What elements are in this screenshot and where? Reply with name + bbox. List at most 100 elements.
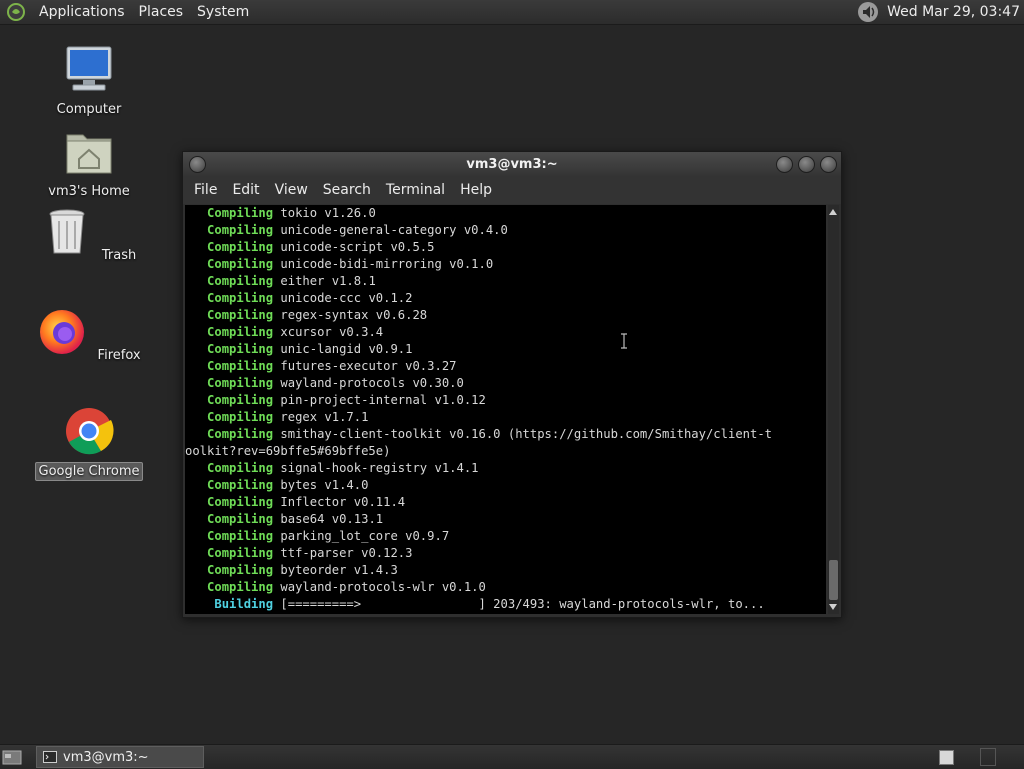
- desktop-icon-chrome[interactable]: Google Chrome: [34, 406, 144, 481]
- terminal-window[interactable]: vm3@vm3:~ File Edit View Search Terminal…: [182, 151, 842, 618]
- menu-places[interactable]: Places: [132, 4, 191, 20]
- terminal-line-text: futures-executor v0.3.27: [273, 359, 457, 373]
- window-title: vm3@vm3:~: [466, 156, 558, 172]
- terminal-line-text: byteorder v1.4.3: [273, 563, 398, 577]
- show-desktop-icon[interactable]: [2, 748, 22, 766]
- menu-applications[interactable]: Applications: [32, 4, 132, 20]
- terminal-line: Compiling parking_lot_core v0.9.7: [185, 528, 826, 545]
- terminal-status-keyword: Compiling: [207, 325, 274, 339]
- terminal-line-text: regex v1.7.1: [273, 410, 369, 424]
- terminal-line: Compiling unicode-script v0.5.5: [185, 239, 826, 256]
- terminal-status-keyword: Compiling: [207, 359, 274, 373]
- firefox-icon: [40, 310, 85, 354]
- terminal-line-text: signal-hook-registry v1.4.1: [273, 461, 479, 475]
- text-cursor-icon: [621, 333, 627, 349]
- terminal-line: Compiling pin-project-internal v1.0.12: [185, 392, 826, 409]
- desktop-icon-trash[interactable]: Trash: [34, 207, 144, 264]
- terminal-line-text: bytes v1.4.0: [273, 478, 369, 492]
- terminal-scrollbar[interactable]: [828, 205, 839, 614]
- terminal-status-keyword: Compiling: [207, 240, 274, 254]
- terminal-line: Compiling signal-hook-registry v1.4.1: [185, 460, 826, 477]
- terminal-line: Compiling wayland-protocols v0.30.0: [185, 375, 826, 392]
- terminal-status-keyword: Compiling: [207, 410, 274, 424]
- desktop-icon-firefox[interactable]: Firefox: [34, 307, 144, 364]
- trash-icon: [49, 209, 85, 254]
- terminal-status-keyword: Building: [214, 597, 274, 611]
- terminal-line: Compiling base64 v0.13.1: [185, 511, 826, 528]
- distro-logo-icon[interactable]: [6, 2, 26, 22]
- terminal-line: Compiling xcursor v0.3.4: [185, 324, 826, 341]
- terminal-line-text: regex-syntax v0.6.28: [273, 308, 428, 322]
- terminal-status-keyword: Compiling: [207, 478, 274, 492]
- terminal-line: Compiling either v1.8.1: [185, 273, 826, 290]
- terminal-line: Compiling Inflector v0.11.4: [185, 494, 826, 511]
- bottom-panel: vm3@vm3:~: [0, 744, 1024, 769]
- terminal-line-text: tokio v1.26.0: [273, 206, 376, 220]
- menu-system[interactable]: System: [190, 4, 256, 20]
- terminal-output[interactable]: Compiling tokio v1.26.0 Compiling unicod…: [185, 205, 826, 614]
- scroll-up-arrow-icon[interactable]: [829, 209, 837, 215]
- terminal-status-keyword: Compiling: [207, 563, 274, 577]
- terminal-line: Compiling wayland-protocols-wlr v0.1.0: [185, 579, 826, 596]
- menu-view[interactable]: View: [268, 182, 316, 198]
- menu-search[interactable]: Search: [316, 182, 379, 198]
- desktop-icon-computer[interactable]: Computer: [34, 45, 144, 118]
- terminal-status-keyword: Compiling: [207, 206, 274, 220]
- taskbar-terminal-button[interactable]: vm3@vm3:~: [36, 746, 204, 768]
- terminal-line-text: unic-langid v0.9.1: [273, 342, 413, 356]
- desktop-icon-label: Computer: [56, 102, 122, 117]
- terminal-line: Compiling byteorder v1.4.3: [185, 562, 826, 579]
- terminal-line-text: unicode-ccc v0.1.2: [273, 291, 413, 305]
- terminal-line: Compiling bytes v1.4.0: [185, 477, 826, 494]
- terminal-line-text: wayland-protocols-wlr v0.1.0: [273, 580, 486, 594]
- desktop-icon-label: vm3's Home: [48, 184, 130, 199]
- clock[interactable]: Wed Mar 29, 03:47: [887, 4, 1024, 20]
- terminal-line: Building [=========> ] 203/493: wayland-…: [185, 596, 826, 613]
- menu-file[interactable]: File: [187, 182, 225, 198]
- terminal-line-text: wayland-protocols v0.30.0: [273, 376, 464, 390]
- terminal-status-keyword: Compiling: [207, 291, 274, 305]
- desktop-icon-home[interactable]: vm3's Home: [34, 127, 144, 200]
- terminal-line: Compiling smithay-client-toolkit v0.16.0…: [185, 426, 826, 443]
- terminal-status-keyword: Compiling: [207, 546, 274, 560]
- terminal-status-keyword: Compiling: [207, 342, 274, 356]
- window-titlebar[interactable]: vm3@vm3:~: [183, 152, 841, 176]
- top-panel: Applications Places System Wed Mar 29, 0…: [0, 0, 1024, 25]
- terminal-status-keyword: Compiling: [207, 580, 274, 594]
- home-folder-icon: [66, 134, 112, 174]
- terminal-line-text: either v1.8.1: [273, 274, 376, 288]
- terminal-line-text: smithay-client-toolkit v0.16.0 (https://…: [273, 427, 773, 441]
- terminal-menubar: File Edit View Search Terminal Help: [183, 176, 841, 204]
- terminal-line: Compiling unicode-bidi-mirroring v0.1.0: [185, 256, 826, 273]
- terminal-status-keyword: Compiling: [207, 223, 274, 237]
- terminal-status-keyword: Compiling: [207, 393, 274, 407]
- terminal-line-text: oolkit?rev=69bffe5#69bffe5e): [185, 444, 391, 458]
- scrollbar-thumb[interactable]: [829, 560, 838, 600]
- desktop-icon-label: Google Chrome: [34, 462, 144, 481]
- terminal-status-keyword: Compiling: [207, 274, 274, 288]
- terminal-status-keyword: Compiling: [207, 376, 274, 390]
- terminal-status-keyword: Compiling: [207, 257, 274, 271]
- terminal-status-keyword: Compiling: [207, 529, 274, 543]
- workspace-switcher-1[interactable]: [939, 749, 954, 765]
- terminal-line-text: ttf-parser v0.12.3: [273, 546, 413, 560]
- desktop-icon-label: Firefox: [97, 348, 141, 363]
- terminal-line: Compiling regex-syntax v0.6.28: [185, 307, 826, 324]
- volume-icon[interactable]: [857, 1, 881, 23]
- terminal-line: Compiling unicode-ccc v0.1.2: [185, 290, 826, 307]
- menu-edit[interactable]: Edit: [225, 182, 267, 198]
- scroll-down-arrow-icon[interactable]: [829, 604, 837, 610]
- terminal-line-text: [=========> ] 203/493: wayland-protocols…: [273, 597, 765, 611]
- workspace-switcher-2[interactable]: [980, 748, 996, 766]
- menu-terminal[interactable]: Terminal: [379, 182, 453, 198]
- terminal-line-text: xcursor v0.3.4: [273, 325, 384, 339]
- menu-help[interactable]: Help: [453, 182, 500, 198]
- terminal-line-text: parking_lot_core v0.9.7: [273, 529, 450, 543]
- desktop-icon-label: Trash: [101, 248, 137, 263]
- panel-tray: Wed Mar 29, 03:47: [857, 1, 1024, 23]
- terminal-line: Compiling unic-langid v0.9.1: [185, 341, 826, 358]
- terminal-line: Compiling unicode-general-category v0.4.…: [185, 222, 826, 239]
- taskbar-button-label: vm3@vm3:~: [63, 749, 149, 765]
- terminal-line-text: base64 v0.13.1: [273, 512, 384, 526]
- terminal-icon: [43, 751, 57, 763]
